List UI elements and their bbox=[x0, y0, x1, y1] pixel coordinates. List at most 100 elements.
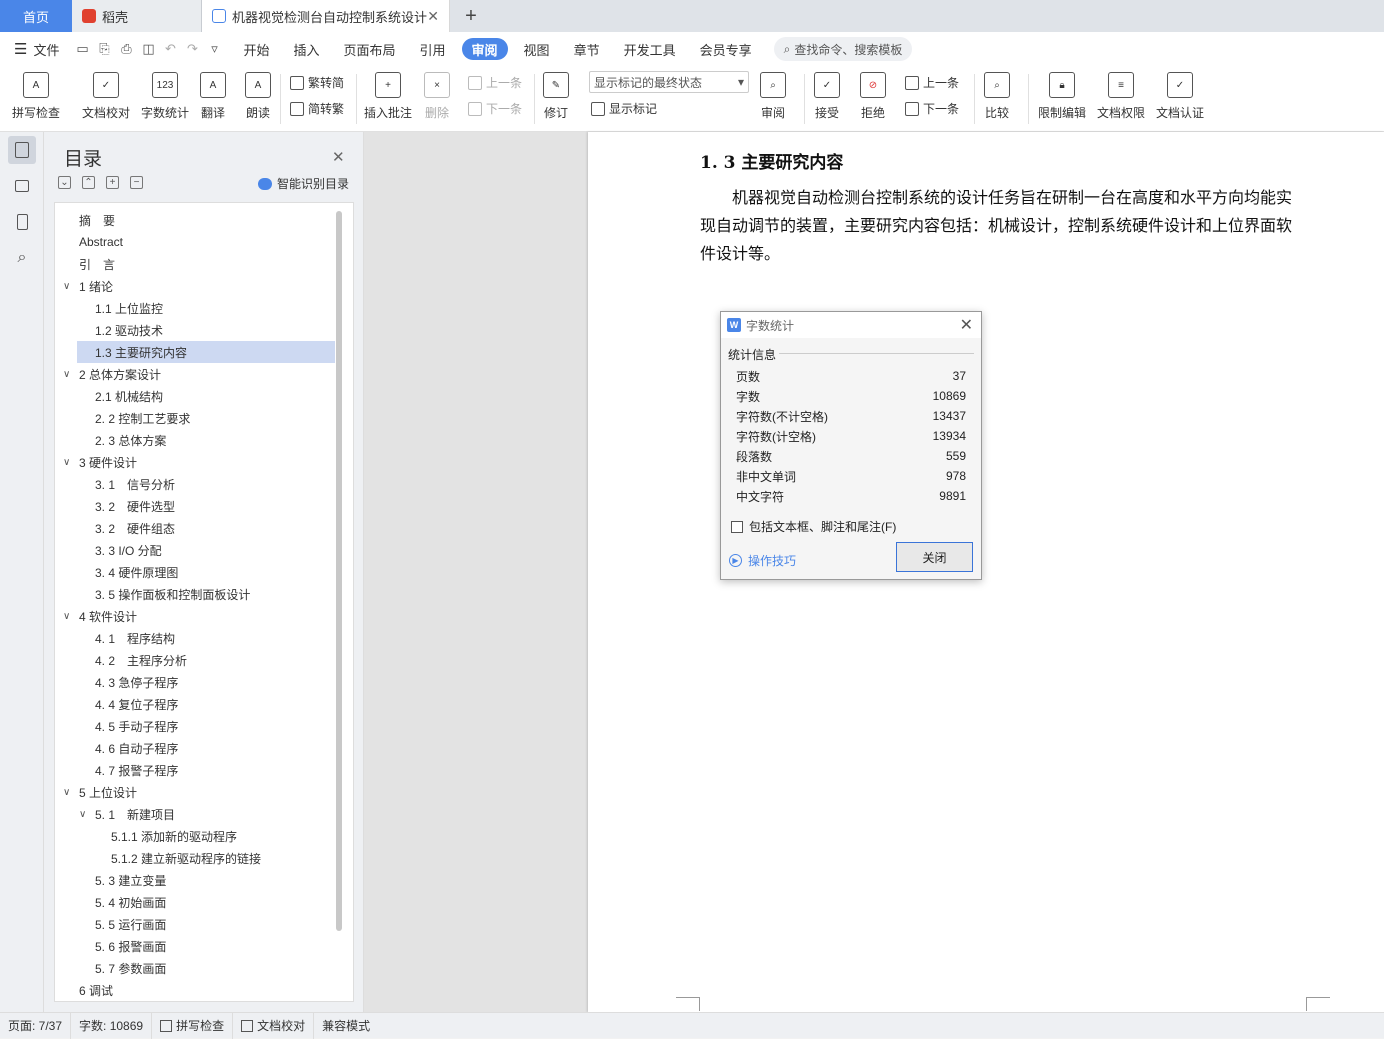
toc-item[interactable]: 3. 2 硬件选型 bbox=[55, 495, 325, 517]
add-level-icon[interactable]: + bbox=[106, 176, 119, 189]
chevron-down-icon[interactable]: ∨ bbox=[79, 809, 86, 820]
toc-item[interactable]: 5. 1 新建项目 ∨ bbox=[55, 803, 325, 825]
toc-item[interactable]: 6 调试 bbox=[55, 979, 325, 1001]
toc-item[interactable]: 3. 4 硬件原理图 bbox=[55, 561, 325, 583]
checkbox-box[interactable] bbox=[731, 520, 743, 533]
toc-item[interactable]: 1 绪论 ∨ bbox=[55, 275, 325, 297]
toc-item[interactable]: 5. 5 运行画面 bbox=[55, 913, 325, 935]
spell-check-button[interactable]: A 拼写检查 bbox=[12, 72, 60, 121]
prev-comment-button[interactable]: 上一条 bbox=[468, 74, 522, 91]
menu-developer[interactable]: 开发工具 bbox=[612, 38, 688, 60]
toc-item[interactable]: 5 上位设计 ∨ bbox=[55, 781, 325, 803]
close-icon[interactable]: ✕ bbox=[332, 148, 345, 166]
chevron-down-icon[interactable]: ∨ bbox=[63, 611, 70, 622]
doc-permission-button[interactable]: ≡ 文档权限 bbox=[1097, 72, 1145, 121]
delete-comment-button[interactable]: × 删除 bbox=[424, 72, 450, 121]
menu-member[interactable]: 会员专享 bbox=[688, 38, 764, 60]
include-textbox-checkbox[interactable]: 包括文本框、脚注和尾注(F) bbox=[731, 518, 896, 535]
simp-to-trad-button[interactable]: 简转繁 bbox=[290, 100, 344, 117]
spell-check-status[interactable]: 拼写检查 bbox=[152, 1012, 234, 1039]
toc-item[interactable]: Abstract bbox=[55, 231, 325, 253]
chevron-down-icon[interactable]: ∨ bbox=[63, 787, 70, 798]
restrict-editing-button[interactable]: 🔒︎ 限制编辑 bbox=[1038, 72, 1086, 121]
toc-item[interactable]: 5. 3 建立变量 bbox=[55, 869, 325, 891]
markup-mode-select[interactable]: 显示标记的最终状态 ▾ bbox=[589, 71, 749, 93]
translate-button[interactable]: A 翻译 bbox=[200, 72, 226, 121]
save-icon[interactable]: ▭ bbox=[71, 38, 93, 60]
smart-toc-button[interactable]: 智能识别目录 bbox=[258, 175, 349, 192]
chevron-down-icon[interactable]: ∨ bbox=[63, 281, 70, 292]
toc-item[interactable]: 2.1 机械结构 bbox=[55, 385, 325, 407]
tab-document[interactable]: 机器视觉检测台自动控制系统设计 ✕ bbox=[202, 0, 450, 32]
tab-home[interactable]: 首页 bbox=[0, 0, 72, 32]
search-icon[interactable]: ⌕ bbox=[8, 244, 36, 272]
doc-certify-button[interactable]: ✓ 文档认证 bbox=[1156, 72, 1204, 121]
toc-item[interactable]: 2 总体方案设计 ∨ bbox=[55, 363, 325, 385]
next-change-button[interactable]: 下一条 bbox=[905, 100, 959, 117]
word-count-button[interactable]: 123 字数统计 bbox=[141, 72, 189, 121]
read-aloud-button[interactable]: A 朗读 bbox=[245, 72, 271, 121]
toc-item[interactable]: 4. 6 自动子程序 bbox=[55, 737, 325, 759]
remove-level-icon[interactable]: − bbox=[130, 176, 143, 189]
print-preview-icon[interactable]: ◫ bbox=[137, 38, 159, 60]
bookmark-icon[interactable] bbox=[8, 208, 36, 236]
next-comment-button[interactable]: 下一条 bbox=[468, 100, 522, 117]
toc-item[interactable]: 4. 4 复位子程序 bbox=[55, 693, 325, 715]
export-icon[interactable]: ⎘ bbox=[93, 38, 115, 60]
menu-review[interactable]: 审阅 bbox=[461, 38, 508, 60]
toc-item[interactable]: 摘 要 bbox=[55, 209, 325, 231]
toc-item[interactable]: 5. 7 参数画面 bbox=[55, 957, 325, 979]
file-menu[interactable]: ☰ 文件 bbox=[0, 38, 71, 60]
tips-link[interactable]: ▶ 操作技巧 bbox=[729, 552, 796, 569]
show-markup-button[interactable]: 显示标记 bbox=[591, 100, 657, 117]
toc-item[interactable]: 5. 6 报警画面 bbox=[55, 935, 325, 957]
toc-item[interactable]: 4 软件设计 ∨ bbox=[55, 605, 325, 627]
menu-references[interactable]: 引用 bbox=[408, 38, 458, 60]
toc-item[interactable]: 4. 7 报警子程序 bbox=[55, 759, 325, 781]
toc-item[interactable]: 5.1.2 建立新驱动程序的链接 bbox=[55, 847, 325, 869]
chevron-down-icon[interactable]: ∨ bbox=[63, 457, 70, 468]
close-button[interactable]: 关闭 bbox=[896, 542, 973, 572]
dialog-titlebar[interactable]: W 字数统计 ✕ bbox=[721, 312, 981, 338]
redo-icon[interactable]: ↷ bbox=[181, 38, 203, 60]
toc-item[interactable]: 3. 3 I/O 分配 bbox=[55, 539, 325, 561]
reject-button[interactable]: ⊘ 拒绝 bbox=[860, 72, 886, 121]
document-page[interactable]: 1. 3 主要研究内容 机器视觉自动检测台控制系统的设计任务旨在研制一台在高度和… bbox=[588, 132, 1384, 1012]
expand-all-icon[interactable]: ⌃ bbox=[82, 176, 95, 189]
menu-layout[interactable]: 页面布局 bbox=[332, 38, 408, 60]
proofread-status[interactable]: 文档校对 bbox=[233, 1012, 315, 1039]
toc-item[interactable]: 4. 5 手动子程序 bbox=[55, 715, 325, 737]
toc-item[interactable]: 1.2 驱动技术 bbox=[55, 319, 325, 341]
track-changes-button[interactable]: ✎ 修订 bbox=[543, 72, 569, 121]
menu-insert[interactable]: 插入 bbox=[281, 38, 331, 60]
toc-scrollbar[interactable] bbox=[336, 211, 342, 931]
close-icon[interactable]: ✕ bbox=[960, 315, 973, 335]
accept-button[interactable]: ✓ 接受 bbox=[814, 72, 840, 121]
toc-item[interactable]: 1.1 上位监控 bbox=[55, 297, 325, 319]
proofread-button[interactable]: ✓ 文档校对 bbox=[82, 72, 130, 121]
undo-icon[interactable]: ↶ bbox=[159, 38, 181, 60]
toc-item[interactable]: 3. 5 操作面板和控制面板设计 bbox=[55, 583, 325, 605]
toc-item[interactable]: 4. 1 程序结构 bbox=[55, 627, 325, 649]
collapse-all-icon[interactable]: ⌄ bbox=[58, 176, 71, 189]
trad-to-simp-button[interactable]: 繁转简 bbox=[290, 74, 344, 91]
customize-icon[interactable]: ▿ bbox=[203, 38, 225, 60]
toc-item[interactable]: 3. 1 信号分析 bbox=[55, 473, 325, 495]
chapter-nav-icon[interactable] bbox=[8, 172, 36, 200]
toc-item[interactable]: 5.1.1 添加新的驱动程序 bbox=[55, 825, 325, 847]
toc-item[interactable]: 2. 2 控制工艺要求 bbox=[55, 407, 325, 429]
toc-panel-icon[interactable] bbox=[8, 136, 36, 164]
menu-start[interactable]: 开始 bbox=[231, 38, 281, 60]
toc-item[interactable]: 1.3 主要研究内容 bbox=[77, 341, 335, 363]
chevron-down-icon[interactable]: ∨ bbox=[63, 369, 70, 380]
new-tab-button[interactable]: + bbox=[450, 0, 492, 32]
toc-item[interactable]: 4. 3 急停子程序 bbox=[55, 671, 325, 693]
print-icon[interactable]: ⎙ bbox=[115, 38, 137, 60]
toc-item[interactable]: 2. 3 总体方案 bbox=[55, 429, 325, 451]
command-search[interactable]: ⌕ 查找命令、搜索模板 bbox=[773, 37, 913, 61]
insert-comment-button[interactable]: + 插入批注 bbox=[364, 72, 412, 121]
toc-item[interactable]: 4. 2 主程序分析 bbox=[55, 649, 325, 671]
menu-view[interactable]: 视图 bbox=[512, 38, 562, 60]
compare-button[interactable]: ⌕ 比较 bbox=[984, 72, 1010, 121]
toc-item[interactable]: 5. 4 初始画面 bbox=[55, 891, 325, 913]
